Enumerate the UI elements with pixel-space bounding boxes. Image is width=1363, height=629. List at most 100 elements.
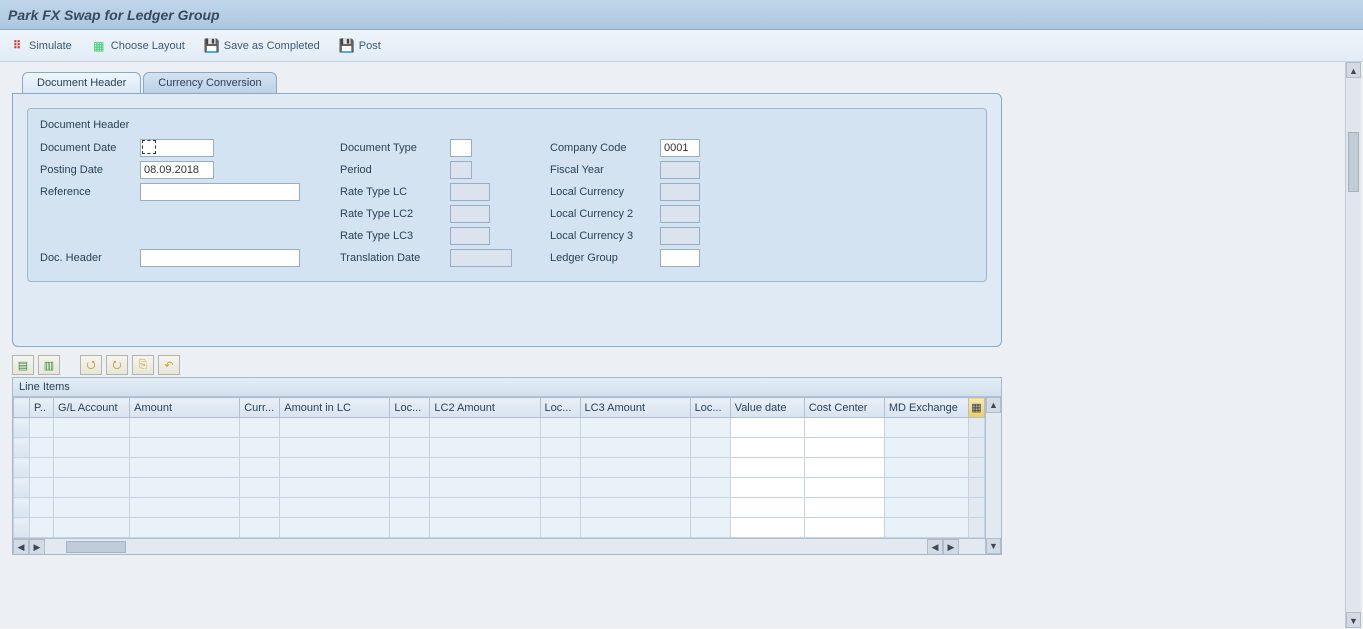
cell[interactable] [240,418,280,438]
row-selector[interactable] [14,418,30,438]
cell[interactable] [884,458,968,478]
cell[interactable] [540,518,580,538]
cell[interactable] [30,498,54,518]
cell[interactable] [730,418,804,438]
cell[interactable] [540,458,580,478]
cell[interactable] [690,518,730,538]
cell[interactable] [390,498,430,518]
page-vscroll[interactable]: ▲ ▼ [1345,62,1361,628]
cell[interactable] [130,458,240,478]
grid-hscroll-right[interactable]: ▶ [29,539,45,555]
cell[interactable] [580,438,690,458]
cell[interactable] [884,438,968,458]
table-row[interactable] [14,478,985,498]
cell[interactable] [804,458,884,478]
col-amt-lc[interactable]: Amount in LC [280,398,390,418]
col-valdate[interactable]: Value date [730,398,804,418]
input-posting-date[interactable] [140,161,214,179]
cell[interactable] [130,518,240,538]
cell[interactable] [30,438,54,458]
cell[interactable] [54,418,130,438]
save-completed-button[interactable]: 💾 Save as Completed [205,39,320,53]
cell[interactable] [430,438,540,458]
choose-layout-button[interactable]: ▦ Choose Layout [92,39,185,53]
cell[interactable] [884,418,968,438]
cell[interactable] [54,438,130,458]
row-selector[interactable] [14,518,30,538]
cell[interactable] [804,498,884,518]
cell[interactable] [54,478,130,498]
cell[interactable] [884,498,968,518]
cell[interactable] [540,418,580,438]
cell[interactable] [54,518,130,538]
col-loc2[interactable]: Loc... [540,398,580,418]
cell[interactable] [390,458,430,478]
grid-hscroll-left[interactable]: ◀ [13,539,29,555]
col-costc[interactable]: Cost Center [804,398,884,418]
row-selector[interactable] [14,458,30,478]
row-selector[interactable] [14,498,30,518]
input-doc-header[interactable] [140,249,300,267]
cell[interactable] [730,498,804,518]
cell[interactable] [390,418,430,438]
col-loc1[interactable]: Loc... [390,398,430,418]
grid-hscroll-right2[interactable]: ▶ [943,539,959,555]
cell[interactable] [430,418,540,438]
page-vscroll-thumb[interactable] [1348,132,1359,192]
input-doc-date[interactable] [140,139,214,157]
cell[interactable] [390,438,430,458]
cell[interactable] [580,518,690,538]
simulate-button[interactable]: ⠿ Simulate [10,39,72,53]
cell[interactable] [130,438,240,458]
grid-hscroll-thumb[interactable] [66,541,126,553]
cell[interactable] [280,438,390,458]
table-row[interactable] [14,498,985,518]
cell[interactable] [730,438,804,458]
page-vscroll-down[interactable]: ▼ [1346,612,1361,628]
cell[interactable] [430,518,540,538]
cell[interactable] [580,418,690,438]
cell[interactable] [130,498,240,518]
cell[interactable] [280,478,390,498]
cell[interactable] [130,478,240,498]
tab-currency-conversion[interactable]: Currency Conversion [143,72,276,93]
cell[interactable] [580,478,690,498]
cell[interactable] [30,518,54,538]
grid-vscroll-down[interactable]: ▼ [986,538,1001,554]
cell[interactable] [430,458,540,478]
input-company[interactable] [660,139,700,157]
row-selector[interactable] [14,438,30,458]
cell[interactable] [730,478,804,498]
col-lc3amt[interactable]: LC3 Amount [580,398,690,418]
cell[interactable] [804,438,884,458]
btn-sort-desc[interactable]: ⭮ [106,355,128,375]
table-row[interactable] [14,518,985,538]
cell[interactable] [884,478,968,498]
col-gl[interactable]: G/L Account [54,398,130,418]
cell[interactable] [280,518,390,538]
cell[interactable] [540,478,580,498]
cell[interactable] [240,498,280,518]
input-ledger[interactable] [660,249,700,267]
cell[interactable] [130,418,240,438]
cell[interactable] [390,478,430,498]
cell[interactable] [730,518,804,538]
cell[interactable] [690,438,730,458]
col-loc3[interactable]: Loc... [690,398,730,418]
col-mdex[interactable]: MD Exchange [884,398,968,418]
grid-vscroll[interactable]: ▲ ▼ [985,397,1001,554]
tab-document-header[interactable]: Document Header [22,72,141,93]
col-curr[interactable]: Curr... [240,398,280,418]
cell[interactable] [540,438,580,458]
table-row[interactable] [14,458,985,478]
cell[interactable] [580,498,690,518]
cell[interactable] [690,498,730,518]
btn-sort-asc[interactable]: ⭯ [80,355,102,375]
grid-hscroll-left2[interactable]: ◀ [927,539,943,555]
input-doc-type[interactable] [450,139,472,157]
col-lc2amt[interactable]: LC2 Amount [430,398,540,418]
cell[interactable] [30,478,54,498]
cell[interactable] [690,458,730,478]
cell[interactable] [54,458,130,478]
cell[interactable] [280,498,390,518]
